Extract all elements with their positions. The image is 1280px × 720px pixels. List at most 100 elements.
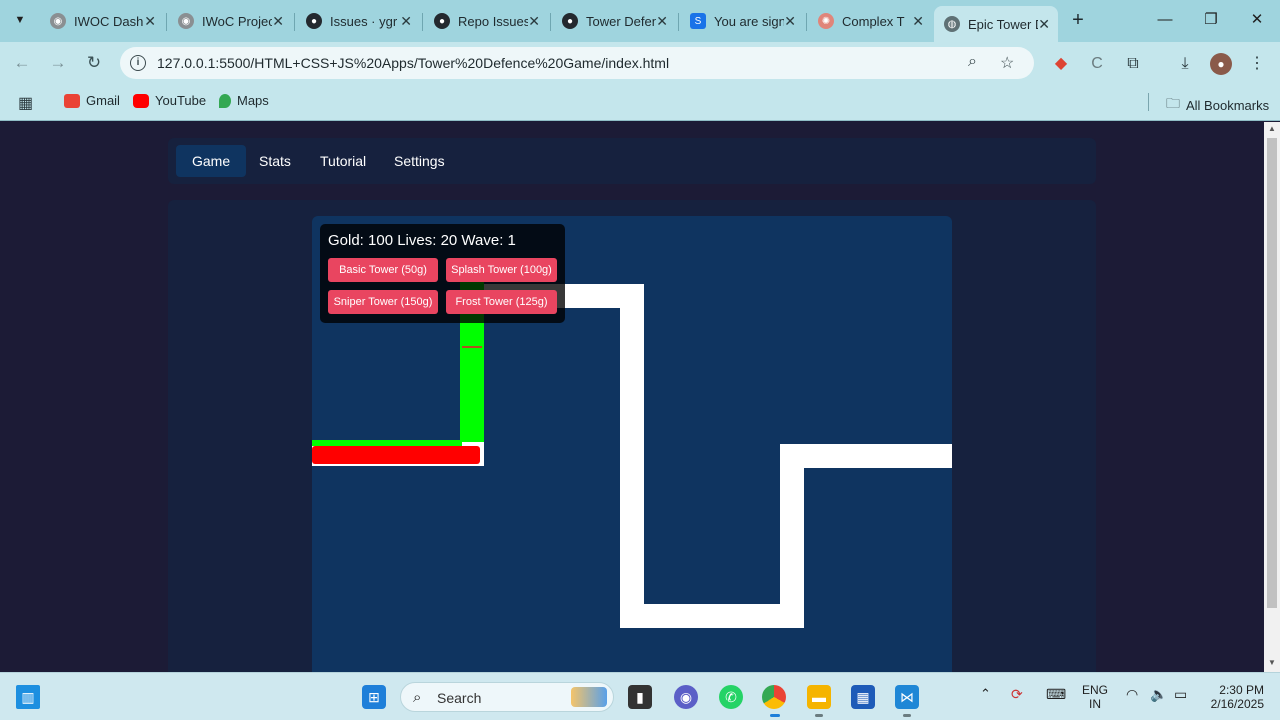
address-bar[interactable]: i 127.0.0.1:5500/HTML+CSS+JS%20Apps/Towe…	[120, 47, 1034, 79]
nav-tab-settings[interactable]: Settings	[378, 145, 461, 177]
folder-icon: 🗀	[1166, 95, 1180, 111]
nav-tab-stats[interactable]: Stats	[243, 145, 307, 177]
path-segment	[780, 444, 952, 468]
task-view-icon[interactable]: ▮	[628, 685, 652, 709]
browser-tab-bar: ▼ ◉ IWOC Dashboard ✕ ◉ IWoC Projects ✕ ●…	[0, 0, 1280, 42]
gmail-icon	[64, 93, 80, 108]
window-close-icon[interactable]: ✕	[1242, 8, 1272, 32]
path-segment	[780, 444, 804, 628]
battery-icon[interactable]: ▭	[1174, 687, 1187, 701]
profile-avatar[interactable]: ●	[1210, 53, 1232, 75]
basic-tower-button[interactable]: Basic Tower (50g)	[328, 258, 438, 282]
game-hud: Gold: 100 Lives: 20 Wave: 1 Basic Tower …	[320, 224, 565, 323]
browser-tab-active[interactable]: ◍ Epic Tower Defence ✕	[934, 6, 1058, 42]
game-board-canvas[interactable]: Gold: 100 Lives: 20 Wave: 1 Basic Tower …	[312, 216, 952, 672]
widgets-icon[interactable]: ▥	[16, 685, 40, 709]
frost-tower-button[interactable]: Frost Tower (125g)	[446, 290, 557, 314]
download-icon[interactable]: ⤓	[1174, 53, 1196, 75]
clock[interactable]: 2:30 PM 2/16/2025	[1204, 683, 1264, 711]
browser-tab[interactable]: ◉ IWoC Projects ✕	[168, 6, 292, 36]
browser-tab[interactable]: S You are signed ✕	[680, 6, 804, 36]
all-bookmarks-button[interactable]: 🗀 All Bookmarks	[1166, 93, 1269, 117]
close-tab-icon[interactable]: ✕	[1038, 16, 1050, 33]
site-info-icon[interactable]: i	[130, 55, 146, 71]
volume-icon[interactable]: 🔈	[1150, 687, 1167, 701]
github-icon: ●	[306, 13, 322, 29]
splash-tower-button[interactable]: Splash Tower (100g)	[446, 258, 557, 282]
chrome-icon[interactable]	[762, 685, 786, 709]
back-arrow-icon[interactable]: ←	[10, 51, 34, 75]
globe-icon: ◍	[944, 16, 960, 32]
extensions-puzzle-icon[interactable]: ⧉	[1122, 53, 1144, 75]
sync-icon[interactable]: ⟳	[1011, 687, 1023, 701]
forward-arrow-icon[interactable]: →	[46, 51, 70, 75]
close-tab-icon[interactable]: ✕	[912, 13, 924, 30]
windows-taskbar: ▥ ⊞ ⌕ Search ▮ ◉ ✆ ▬ ▦ ⋈ ⌃ ⟳ ⌨ ENG IN ◠ …	[0, 672, 1280, 720]
page-scrollbar[interactable]: ▲ ▼	[1264, 122, 1280, 672]
extension-c-icon[interactable]: C	[1086, 53, 1108, 75]
bookmark-star-icon[interactable]: ☆	[1000, 53, 1014, 73]
path-segment	[620, 284, 644, 628]
browser-tab[interactable]: ◉ IWOC Dashboard ✕	[40, 6, 164, 36]
color-extension-icon[interactable]: ◆	[1050, 53, 1072, 75]
microsoft-store-icon[interactable]: ▦	[851, 685, 875, 709]
tray-overflow-chevron-icon[interactable]: ⌃	[980, 687, 991, 701]
maps-pin-icon	[219, 93, 231, 108]
sun-logo-icon: ✺	[818, 13, 834, 29]
close-tab-icon[interactable]: ✕	[528, 13, 540, 30]
search-icon: ⌕	[413, 689, 422, 706]
minimize-icon[interactable]: —	[1150, 8, 1180, 32]
game-nav-bar: Game Stats Tutorial Settings	[168, 138, 1096, 184]
language-indicator[interactable]: ENG IN	[1082, 683, 1108, 711]
browser-tab[interactable]: ● Repo Issues ✕	[424, 6, 548, 36]
search-highlight-icon	[571, 687, 607, 707]
new-tab-plus-icon[interactable]: +	[1066, 8, 1090, 32]
sniper-tower-button[interactable]: Sniper Tower (150g)	[328, 290, 438, 314]
bookmark-youtube[interactable]: YouTube	[133, 93, 206, 108]
path-segment	[620, 604, 804, 628]
browser-tab[interactable]: ● Issues · ygr ✕	[296, 6, 420, 36]
nav-tab-tutorial[interactable]: Tutorial	[304, 145, 382, 177]
tab-search-chevron-icon[interactable]: ▼	[8, 8, 32, 32]
wifi-icon[interactable]: ◠	[1126, 687, 1138, 701]
windows-start-icon[interactable]: ⊞	[362, 685, 386, 709]
teams-meet-icon[interactable]: ◉	[674, 685, 698, 709]
close-tab-icon[interactable]: ✕	[272, 13, 284, 30]
close-tab-icon[interactable]: ✕	[784, 13, 796, 30]
github-icon: ●	[434, 13, 450, 29]
web-page: Game Stats Tutorial Settings Gold: 100 L…	[0, 122, 1264, 672]
kebab-menu-icon[interactable]: ⋮	[1246, 53, 1268, 75]
s-logo-icon: S	[690, 13, 706, 29]
close-tab-icon[interactable]: ✕	[400, 13, 412, 30]
enemy-marker	[462, 346, 482, 348]
browser-tab[interactable]: ✺ Complex T ✕	[808, 6, 932, 36]
enemy-red	[312, 446, 480, 464]
octocat-icon: ◉	[50, 13, 66, 29]
url-text[interactable]: 127.0.0.1:5500/HTML+CSS+JS%20Apps/Tower%…	[157, 55, 669, 71]
taskbar-search[interactable]: ⌕ Search	[400, 682, 614, 712]
bookmarks-bar: ▦ Gmail YouTube Maps 🗀 All Bookmarks	[0, 84, 1280, 121]
bookmark-maps[interactable]: Maps	[219, 93, 269, 108]
file-explorer-icon[interactable]: ▬	[807, 685, 831, 709]
zoom-search-icon[interactable]: ⌕	[968, 53, 977, 71]
close-tab-icon[interactable]: ✕	[656, 13, 668, 30]
apps-grid-icon[interactable]: ▦	[18, 93, 33, 113]
browser-toolbar: ← → ↻ i 127.0.0.1:5500/HTML+CSS+JS%20App…	[0, 42, 1280, 84]
close-tab-icon[interactable]: ✕	[144, 13, 156, 30]
enemy-green-trail	[312, 440, 462, 446]
scroll-down-icon[interactable]: ▼	[1264, 658, 1280, 667]
reload-icon[interactable]: ↻	[82, 51, 106, 75]
whatsapp-icon[interactable]: ✆	[719, 685, 743, 709]
hud-stats: Gold: 100 Lives: 20 Wave: 1	[328, 232, 516, 249]
scroll-up-icon[interactable]: ▲	[1264, 124, 1280, 133]
octocat-icon: ◉	[178, 13, 194, 29]
nav-tab-game[interactable]: Game	[176, 145, 247, 177]
keyboard-icon[interactable]: ⌨	[1046, 687, 1066, 701]
github-icon: ●	[562, 13, 578, 29]
youtube-icon	[133, 93, 149, 108]
browser-tab[interactable]: ● Tower Defence ✕	[552, 6, 676, 36]
vscode-icon[interactable]: ⋈	[895, 685, 919, 709]
restore-icon[interactable]: ❐	[1196, 8, 1226, 32]
scrollbar-thumb[interactable]	[1267, 138, 1277, 608]
bookmark-gmail[interactable]: Gmail	[64, 93, 120, 108]
